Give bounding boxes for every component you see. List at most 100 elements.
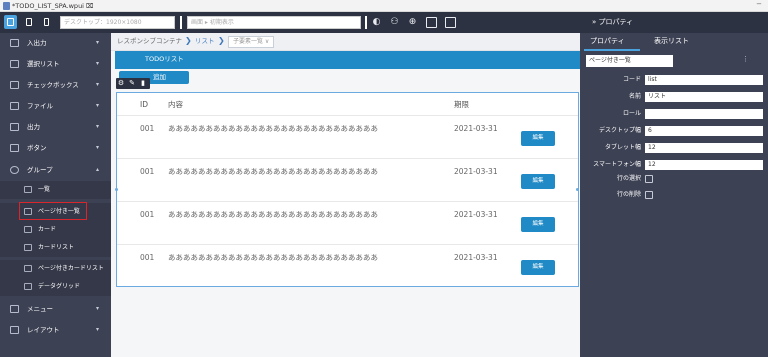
tablet-view-button[interactable] bbox=[22, 15, 35, 29]
sidebar-item-menu[interactable]: メニュー ▾ bbox=[0, 299, 111, 320]
sidebar-subitem-card[interactable]: カード bbox=[0, 221, 111, 239]
minimize-button[interactable]: − bbox=[756, 0, 762, 8]
edit-button[interactable]: 編集 bbox=[521, 217, 555, 232]
file-icon bbox=[10, 102, 19, 110]
sidebar-subitem-list[interactable]: 一覧 bbox=[0, 181, 111, 199]
prop-label-desktop-width: デスクトップ幅 bbox=[598, 127, 641, 134]
sidebar-item-label: 入出力 bbox=[27, 39, 47, 47]
card-list-icon bbox=[24, 244, 32, 251]
sidebar-item-group[interactable]: グループ ▴ bbox=[0, 160, 111, 181]
prop-label-row-delete: 行の削除 bbox=[616, 191, 641, 198]
gear-icon[interactable]: ⚙ bbox=[117, 79, 125, 88]
sidebar-item-input-output[interactable]: 入出力 ▾ bbox=[0, 33, 111, 54]
fullscreen-icon[interactable] bbox=[445, 17, 456, 28]
edit-button[interactable]: 編集 bbox=[521, 131, 555, 146]
breadcrumb-container[interactable]: レスポンシブコンテナ bbox=[117, 37, 182, 46]
selection-highlight bbox=[19, 202, 87, 220]
list-icon bbox=[10, 60, 19, 68]
sidebar-item-file[interactable]: ファイル ▾ bbox=[0, 96, 111, 117]
table-row[interactable]: 001 ああああああああああああああああああああああああああああ 2021-03… bbox=[117, 158, 578, 201]
pencil-icon[interactable]: ✎ bbox=[128, 79, 136, 88]
sidebar-item-label: 出力 bbox=[27, 123, 40, 131]
sidebar-item-label: レイアウト bbox=[27, 326, 60, 334]
table-row[interactable]: 001 ああああああああああああああああああああああああああああ 2021-03… bbox=[117, 115, 578, 158]
component-select[interactable]: ページ付き一覧 bbox=[586, 55, 673, 67]
edit-button[interactable]: 編集 bbox=[521, 260, 555, 275]
phone-view-button[interactable] bbox=[40, 15, 53, 29]
prop-input-code[interactable]: list bbox=[645, 75, 763, 85]
paged-card-icon bbox=[24, 265, 32, 272]
tab-display-list[interactable]: 表示リスト bbox=[654, 37, 689, 46]
desktop-view-button[interactable] bbox=[4, 15, 17, 29]
chevron-right-icon: ❯ bbox=[218, 36, 225, 45]
file-icon bbox=[3, 2, 10, 10]
chevron-down-icon: ▾ bbox=[96, 81, 100, 88]
sidebar-item-select-list[interactable]: 選択リスト ▾ bbox=[0, 54, 111, 75]
sidebar-subitem-label: 一覧 bbox=[38, 186, 51, 193]
prop-label-role: ロール bbox=[622, 110, 641, 117]
properties-tabs: プロパティ 表示リスト bbox=[580, 33, 768, 51]
sidebar-item-label: チェックボックス bbox=[27, 81, 79, 89]
settings-icon[interactable] bbox=[426, 17, 437, 28]
sidebar-subitem-card-list[interactable]: カードリスト bbox=[0, 239, 111, 257]
prop-input-tablet-width[interactable]: 12 bbox=[645, 143, 763, 153]
chevron-right-icon: ❯ bbox=[185, 36, 192, 45]
child-elements-dropdown[interactable]: 子要素一覧 ∨ bbox=[228, 36, 275, 48]
prop-label-row-select: 行の選択 bbox=[616, 175, 641, 182]
sidebar-subitem-data-grid[interactable]: データグリッド bbox=[0, 278, 111, 296]
layout-icon bbox=[10, 326, 19, 334]
users-icon[interactable]: ⚇ bbox=[389, 17, 400, 28]
table-row[interactable]: 001 ああああああああああああああああああああああああああああ 2021-03… bbox=[117, 244, 578, 287]
chevron-down-icon: ▾ bbox=[96, 39, 100, 46]
trash-icon[interactable]: ▮ bbox=[139, 79, 147, 88]
table-row[interactable]: 001 ああああああああああああああああああああああああああああ 2021-03… bbox=[117, 201, 578, 244]
row-content: ああああああああああああああああああああああああああああ bbox=[168, 253, 378, 262]
screen-select[interactable]: 画面 ▸ 初期表示 bbox=[187, 16, 361, 29]
row-due: 2021-03-31 bbox=[454, 124, 498, 133]
chevron-down-icon: ▾ bbox=[96, 326, 100, 333]
sidebar-item-layout[interactable]: レイアウト ▾ bbox=[0, 320, 111, 341]
sidebar-item-label: ボタン bbox=[27, 144, 47, 152]
prop-input-name[interactable]: リスト bbox=[645, 92, 763, 102]
row-due: 2021-03-31 bbox=[454, 253, 498, 262]
editor-tab[interactable]: *TODO_LIST_SPA.wpui ⌧ − bbox=[0, 0, 768, 12]
row-delete-checkbox[interactable] bbox=[645, 191, 653, 199]
more-icon[interactable]: ⋮ bbox=[742, 55, 749, 63]
chevron-down-icon: ▾ bbox=[96, 60, 100, 67]
palette-icon[interactable]: ◐ bbox=[371, 17, 382, 28]
menu-icon bbox=[10, 305, 19, 313]
resolution-input[interactable]: デスクトップ：1920×1080 bbox=[60, 16, 175, 29]
list-title-bar[interactable]: TODOリスト bbox=[115, 51, 580, 69]
active-tab-indicator bbox=[584, 49, 640, 51]
row-select-checkbox[interactable] bbox=[645, 175, 653, 183]
sidebar-item-label: 選択リスト bbox=[27, 60, 60, 68]
output-icon bbox=[10, 123, 19, 131]
column-header-id: ID bbox=[140, 100, 148, 109]
add-button-label: 追加 bbox=[153, 73, 166, 81]
prop-input-role[interactable] bbox=[645, 109, 763, 119]
prop-input-smartphone-width[interactable]: 12 bbox=[645, 160, 763, 170]
tablet-icon bbox=[25, 18, 32, 26]
properties-header-title[interactable]: » プロパティ bbox=[592, 17, 633, 27]
sidebar-subitem-label: ページ付きカードリスト bbox=[38, 265, 104, 272]
phone-icon bbox=[44, 18, 49, 26]
sidebar-subitem-paged-card-list[interactable]: ページ付きカードリスト bbox=[0, 260, 111, 278]
component-sidebar: 入出力 ▾ 選択リスト ▾ チェックボックス ▾ ファイル ▾ 出力 ▾ ボタン… bbox=[0, 33, 111, 357]
sidebar-subitem-label: カードリスト bbox=[38, 244, 75, 251]
chevron-down-icon: ▾ bbox=[96, 102, 100, 109]
toolbar-separator bbox=[180, 16, 182, 29]
tab-properties[interactable]: プロパティ bbox=[590, 37, 625, 46]
row-content: ああああああああああああああああああああああああああああ bbox=[168, 167, 378, 176]
chevron-down-icon: ▾ bbox=[96, 123, 100, 130]
row-due: 2021-03-31 bbox=[454, 167, 498, 176]
breadcrumb-list[interactable]: リスト bbox=[195, 37, 215, 46]
prop-input-desktop-width[interactable]: 6 bbox=[645, 126, 763, 136]
sidebar-subitem-label: データグリッド bbox=[38, 283, 81, 290]
row-id: 001 bbox=[140, 124, 155, 133]
paged-list-table[interactable]: ID 内容 期限 001 あああああああああああああああああああああああああああ… bbox=[115, 92, 579, 287]
sidebar-item-button[interactable]: ボタン ▾ bbox=[0, 138, 111, 159]
sidebar-item-checkbox[interactable]: チェックボックス ▾ bbox=[0, 75, 111, 96]
edit-button[interactable]: 編集 bbox=[521, 174, 555, 189]
sidebar-item-output[interactable]: 出力 ▾ bbox=[0, 117, 111, 138]
globe-icon[interactable]: ⊕ bbox=[407, 17, 418, 28]
